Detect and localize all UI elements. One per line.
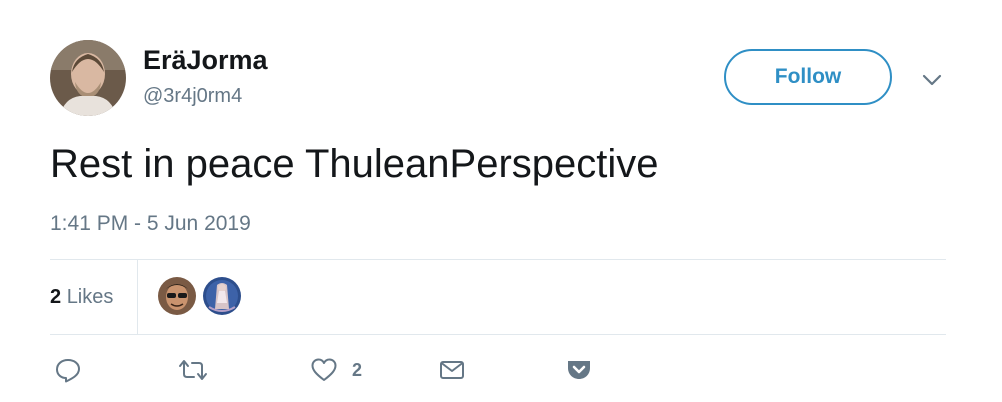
reply-button[interactable] (54, 354, 82, 386)
envelope-icon (440, 361, 464, 379)
follow-button[interactable]: Follow (724, 49, 892, 105)
chevron-down-icon[interactable] (918, 66, 946, 94)
stats-separator (137, 259, 138, 334)
reply-icon (56, 359, 80, 383)
likes-label: Likes (66, 286, 114, 308)
likes-stat[interactable]: 2 Likes (50, 284, 113, 310)
tweet-actions: 2 (50, 350, 946, 390)
retweet-icon (179, 360, 207, 380)
like-button[interactable]: 2 (310, 354, 362, 386)
liker-avatar[interactable] (203, 277, 241, 315)
author-display-name[interactable]: EräJorma (143, 43, 268, 77)
tweet-stats: 2 Likes (50, 259, 946, 334)
likes-count: 2 (50, 286, 62, 308)
direct-message-button[interactable] (438, 354, 466, 386)
author-handle[interactable]: @3r4j0rm4 (143, 84, 242, 108)
retweet-button[interactable] (177, 354, 209, 386)
heart-icon (311, 358, 337, 381)
pocket-icon (568, 361, 590, 379)
tweet-timestamp[interactable]: 1:41 PM - 5 Jun 2019 (50, 210, 251, 238)
like-count: 2 (352, 360, 363, 380)
author-avatar[interactable] (50, 40, 126, 116)
tweet-text: Rest in peace ThuleanPerspective (50, 142, 659, 186)
liker-avatar[interactable] (158, 277, 196, 315)
pocket-button[interactable] (565, 354, 593, 386)
stats-bottom-divider (50, 334, 946, 335)
